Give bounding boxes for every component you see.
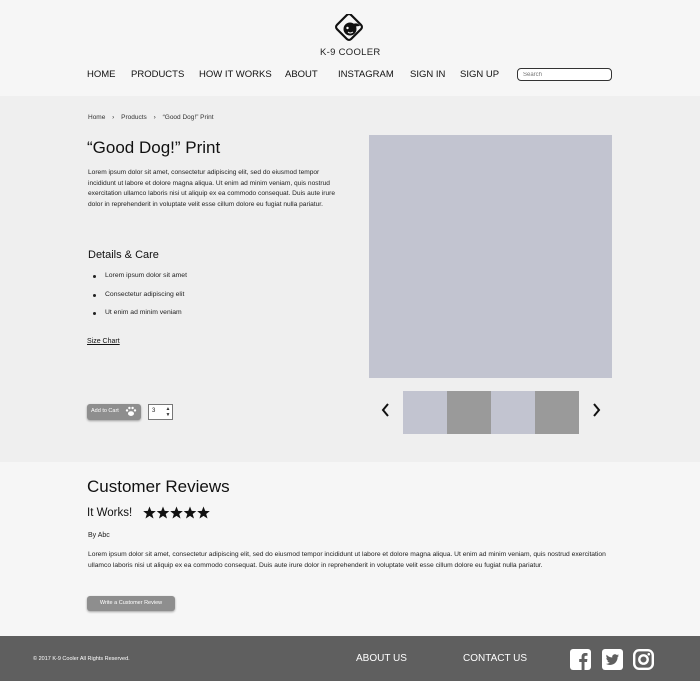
star-icon: [183, 506, 197, 519]
product-title: “Good Dog!” Print: [87, 138, 221, 157]
reviews-heading: Customer Reviews: [87, 477, 230, 496]
details-list: Lorem ipsum dolor sit amet Consectetur a…: [93, 272, 187, 328]
breadcrumb-separator-icon: ›: [112, 114, 115, 121]
details-item: Lorem ipsum dolor sit amet: [93, 272, 187, 291]
review-title: It Works!: [87, 507, 133, 519]
copyright: © 2017 K-9 Cooler All Rights Reserved.: [33, 656, 130, 662]
breadcrumb-products[interactable]: Products: [121, 114, 147, 121]
chevron-right-icon[interactable]: [592, 403, 601, 417]
product-thumbnail[interactable]: [535, 391, 579, 434]
paw-icon: [125, 406, 137, 416]
brand-name: K-9 COOLER: [320, 47, 381, 58]
footer-about-link[interactable]: ABOUT US: [356, 653, 407, 664]
twitter-icon[interactable]: [602, 649, 623, 670]
product-section: Home › Products › “Good Dog!” Print “Goo…: [0, 96, 700, 462]
logo[interactable]: K-9 COOLER: [320, 14, 380, 60]
write-review-button[interactable]: Write a Customer Review: [87, 596, 175, 611]
chevron-left-icon[interactable]: [381, 403, 390, 417]
nav-instagram[interactable]: INSTAGRAM: [338, 69, 394, 80]
star-icon: [143, 506, 156, 519]
nav-about[interactable]: ABOUT: [285, 69, 318, 80]
product-thumbnail[interactable]: [447, 391, 491, 434]
star-rating: [143, 506, 210, 519]
product-thumbnail[interactable]: [403, 391, 447, 434]
add-to-cart-button[interactable]: Add to Cart: [87, 404, 141, 420]
details-item: Consectetur adipiscing elit: [93, 291, 187, 310]
stepper-arrows-icon[interactable]: ▲ ▼: [165, 406, 171, 418]
star-icon: [156, 506, 170, 519]
product-main-image: [369, 135, 612, 378]
product-thumbnail[interactable]: [491, 391, 535, 434]
nav-sign-up[interactable]: SIGN UP: [460, 69, 499, 80]
product-description: Lorem ipsum dolor sit amet, consectetur …: [88, 169, 336, 209]
search-input[interactable]: [517, 68, 612, 81]
nav-sign-in[interactable]: SIGN IN: [410, 69, 445, 80]
facebook-icon[interactable]: [570, 649, 591, 670]
site-footer: © 2017 K-9 Cooler All Rights Reserved. A…: [0, 636, 700, 681]
instagram-icon[interactable]: [633, 649, 654, 670]
size-chart-link[interactable]: Size Chart: [87, 338, 120, 345]
breadcrumb-separator-icon: ›: [153, 114, 156, 121]
dog-logo-icon: [335, 14, 363, 41]
review-body: Lorem ipsum dolor sit amet, consectetur …: [88, 551, 606, 570]
breadcrumb: Home › Products › “Good Dog!” Print: [88, 114, 214, 121]
details-heading: Details & Care: [88, 249, 159, 261]
footer-contact-link[interactable]: CONTACT US: [463, 653, 527, 664]
review-author: By Abc: [88, 532, 110, 539]
star-icon: [197, 506, 210, 519]
nav-how-it-works[interactable]: HOW IT WORKS: [199, 69, 272, 80]
site-header: K-9 COOLER HOME PRODUCTS HOW IT WORKS AB…: [0, 0, 700, 96]
nav-products[interactable]: PRODUCTS: [131, 69, 184, 80]
quantity-stepper[interactable]: 3 ▲ ▼: [148, 404, 173, 420]
quantity-value: 3: [152, 408, 156, 414]
details-item: Ut enim ad minim veniam: [93, 309, 187, 328]
star-icon: [170, 506, 183, 519]
add-to-cart-label: Add to Cart: [91, 408, 119, 414]
nav-home[interactable]: HOME: [87, 69, 116, 80]
breadcrumb-home[interactable]: Home: [88, 114, 105, 121]
breadcrumb-current: “Good Dog!” Print: [162, 114, 214, 121]
